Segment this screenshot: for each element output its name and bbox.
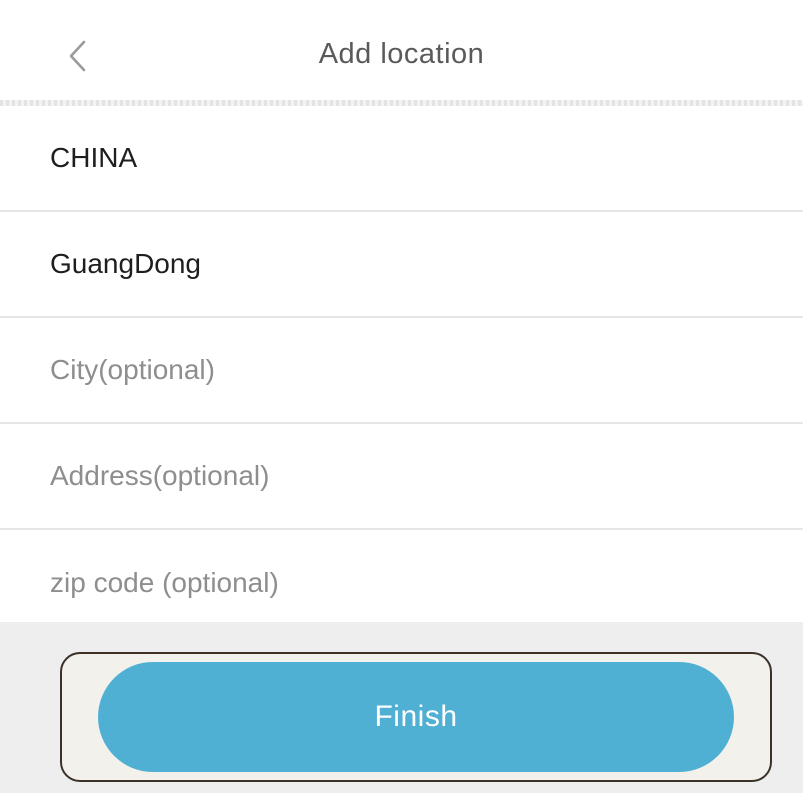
footer-bar: Finish bbox=[0, 622, 803, 793]
zip-row bbox=[0, 530, 803, 635]
address-input[interactable] bbox=[50, 460, 750, 492]
city-input[interactable] bbox=[50, 354, 750, 386]
country-value: CHINA bbox=[50, 142, 138, 173]
country-row[interactable]: CHINA bbox=[0, 106, 803, 212]
header-bar: Add location bbox=[0, 0, 803, 106]
finish-button[interactable]: Finish bbox=[98, 662, 734, 772]
add-location-screen: Add location CHINA GuangDong Finish bbox=[0, 0, 803, 793]
zip-code-input[interactable] bbox=[50, 566, 750, 599]
province-value: GuangDong bbox=[50, 248, 202, 279]
page-title: Add location bbox=[318, 38, 485, 70]
address-row bbox=[0, 424, 803, 530]
province-row[interactable]: GuangDong bbox=[0, 212, 803, 318]
finish-button-frame: Finish bbox=[60, 652, 772, 782]
location-form: CHINA GuangDong bbox=[0, 106, 803, 635]
city-row bbox=[0, 318, 803, 424]
